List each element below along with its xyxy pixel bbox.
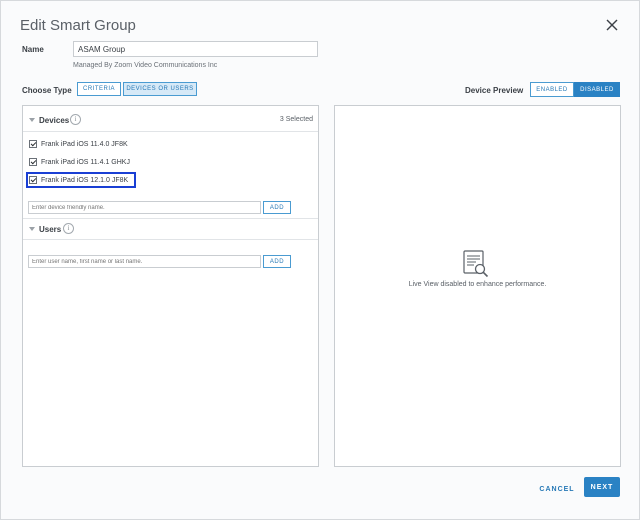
close-icon[interactable] (603, 16, 621, 34)
info-icon[interactable]: i (63, 223, 74, 234)
device-label: Frank iPad iOS 11.4.1 GHKJ (41, 158, 130, 166)
devices-selected-count: 3 Selected (279, 116, 313, 123)
live-view-message: Live View disabled to enhance performanc… (408, 281, 547, 288)
add-user-button[interactable]: ADD (263, 255, 291, 268)
user-name-input[interactable] (28, 255, 261, 268)
add-device-button[interactable]: ADD (263, 201, 291, 214)
name-input[interactable] (73, 41, 318, 57)
name-label: Name (22, 45, 44, 54)
device-label: Frank iPad iOS 11.4.0 JF8K (41, 140, 128, 148)
collapse-caret-icon[interactable] (29, 227, 35, 231)
users-title: Users (39, 225, 62, 234)
device-preview-panel: Live View disabled to enhance performanc… (334, 105, 621, 467)
selection-highlight-box (26, 172, 136, 188)
dialog-title: Edit Smart Group (20, 17, 136, 34)
device-item[interactable]: Frank iPad iOS 11.4.1 GHKJ (29, 156, 130, 168)
device-name-input[interactable] (28, 201, 261, 214)
devices-section-header[interactable]: Devices i 3 Selected (23, 110, 318, 132)
devices-users-panel: Devices i 3 Selected Frank iPad iOS 11.4… (22, 105, 319, 467)
edit-smart-group-dialog: Edit Smart Group Name Managed By Zoom Vi… (0, 0, 640, 520)
users-section-header[interactable]: Users i (23, 218, 318, 240)
criteria-option[interactable]: CRITERIA (77, 82, 121, 96)
device-checkbox[interactable] (29, 140, 37, 148)
next-button[interactable]: NEXT (584, 477, 620, 497)
device-item[interactable]: Frank iPad iOS 11.4.0 JF8K (29, 138, 128, 150)
collapse-caret-icon[interactable] (29, 118, 35, 122)
cancel-button[interactable]: CANCEL (537, 482, 577, 496)
preview-enabled-toggle[interactable]: ENABLED (530, 82, 574, 97)
device-checkbox[interactable] (29, 158, 37, 166)
live-view-document-search-icon (463, 250, 489, 278)
choose-type-label: Choose Type (22, 86, 72, 95)
devices-or-users-option[interactable]: DEVICES OR USERS (123, 82, 197, 96)
managed-by-text: Managed By Zoom Video Communications Inc (73, 62, 218, 69)
devices-title: Devices (39, 116, 70, 125)
info-icon[interactable]: i (70, 114, 81, 125)
preview-disabled-toggle[interactable]: DISABLED (574, 82, 620, 97)
device-preview-label: Device Preview (465, 86, 524, 95)
